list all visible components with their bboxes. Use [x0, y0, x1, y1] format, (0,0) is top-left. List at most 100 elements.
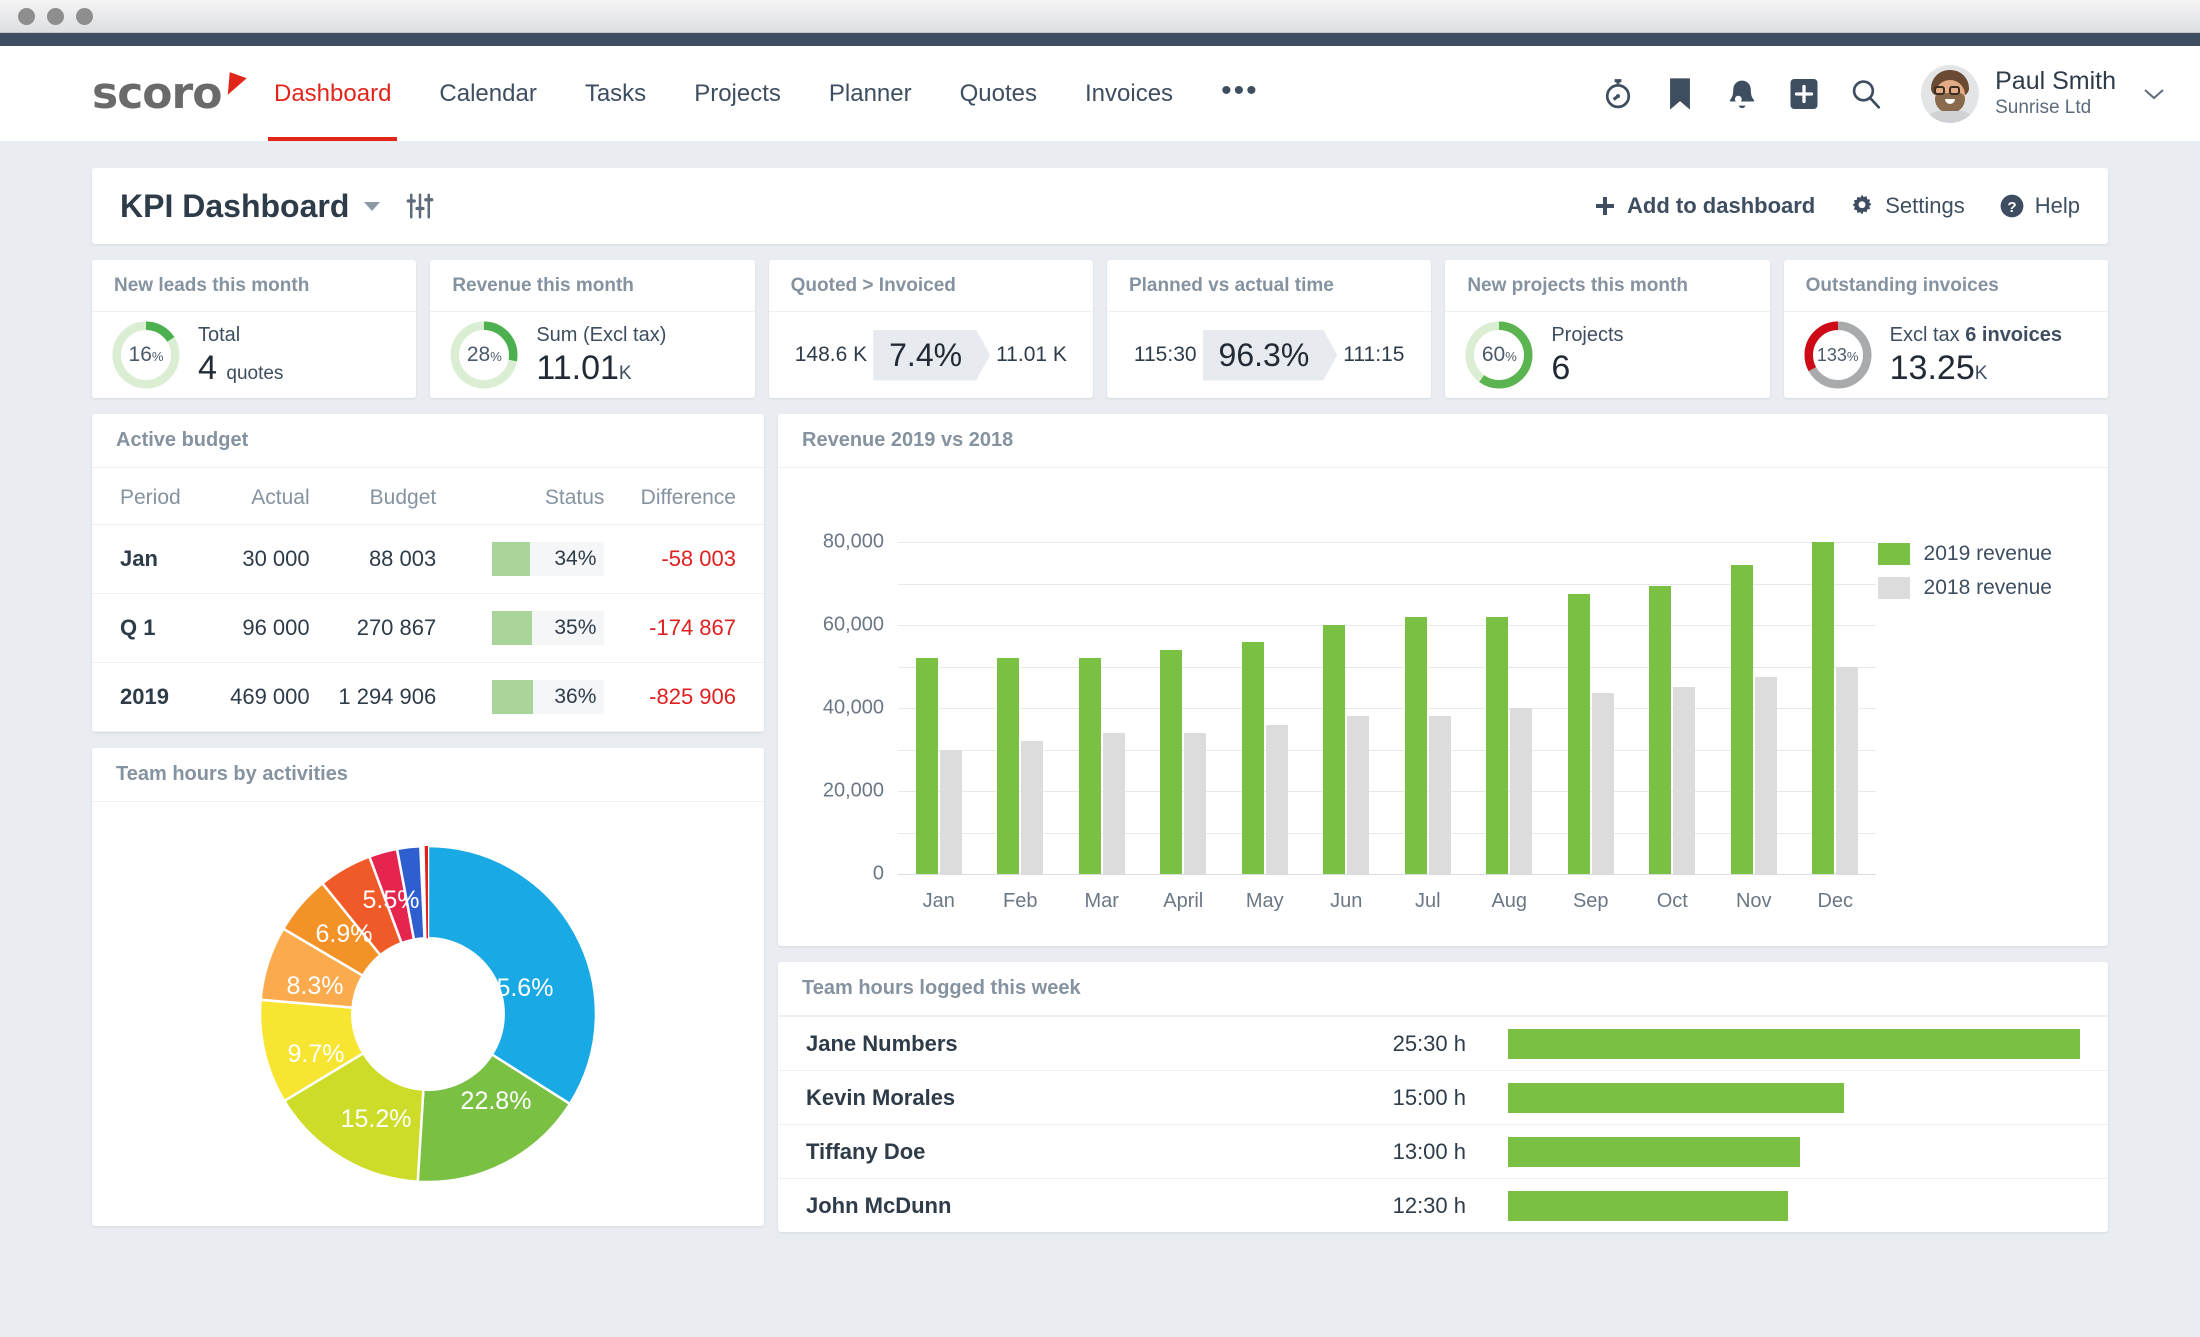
- list-item[interactable]: John McDunn 12:30 h: [778, 1178, 2108, 1232]
- nav-right-tools: Paul Smith Sunrise Ltd: [1587, 63, 2166, 125]
- member-name: Jane Numbers: [806, 1031, 1266, 1057]
- bar-2018: [1347, 716, 1369, 874]
- member-bar-track: [1508, 1029, 2080, 1059]
- window-maximize-button[interactable]: [76, 8, 93, 25]
- bar-2019: [1242, 642, 1264, 874]
- settings-button[interactable]: Settings: [1849, 193, 1965, 219]
- kpi-card-new-projects[interactable]: New projects this month 60% Projects 6: [1445, 260, 1769, 398]
- list-item[interactable]: Jane Numbers 25:30 h: [778, 1016, 2108, 1070]
- user-name: Paul Smith: [1995, 67, 2116, 96]
- nav-item-projects[interactable]: Projects: [670, 47, 805, 141]
- plus-square-icon[interactable]: [1773, 63, 1835, 125]
- member-bar: [1508, 1137, 1800, 1167]
- bar-group-dec[interactable]: Dec: [1795, 542, 1877, 874]
- kpi-card-outstanding-invoices[interactable]: Outstanding invoices 133% Excl tax 6 inv…: [1784, 260, 2108, 398]
- add-to-dashboard-button[interactable]: Add to dashboard: [1593, 193, 1815, 219]
- dashboard-actions: Add to dashboard Settings ? Help: [1593, 193, 2080, 219]
- page-title: KPI Dashboard: [120, 188, 349, 225]
- bar-group-jun[interactable]: Jun: [1306, 542, 1388, 874]
- team-hours-logged-panel: Team hours logged this week Jane Numbers…: [778, 962, 2108, 1232]
- bar-group-oct[interactable]: Oct: [1632, 542, 1714, 874]
- legend-item-2019[interactable]: 2019 revenue: [1878, 542, 2052, 566]
- dashboard-select-caret-icon[interactable]: [363, 200, 381, 212]
- kpi-value: 4 quotes: [198, 349, 283, 388]
- nav-item-invoices[interactable]: Invoices: [1061, 47, 1197, 141]
- top-navigation: scoro Dashboard Calendar Tasks Projects …: [0, 46, 2200, 142]
- bell-icon[interactable]: [1711, 63, 1773, 125]
- help-button[interactable]: ? Help: [1999, 193, 2080, 219]
- bar-2019: [1323, 625, 1345, 874]
- y-axis-tick: 80,000: [823, 531, 884, 554]
- bar-group-aug[interactable]: Aug: [1469, 542, 1551, 874]
- gauge-percent: 16%: [129, 343, 164, 367]
- nav-item-planner[interactable]: Planner: [805, 47, 936, 141]
- kpi-row: New leads this month 16% Total 4 quotes: [92, 260, 2108, 398]
- bar-2019: [1731, 565, 1753, 874]
- left-column: Active budget Period Actual Budget Statu…: [92, 414, 764, 1232]
- revenue-bar-chart: 80,000 60,000 40,000 20,000 0 Jan: [778, 468, 2108, 946]
- kpi-card-new-leads[interactable]: New leads this month 16% Total 4 quotes: [92, 260, 416, 398]
- list-item[interactable]: Tiffany Doe 13:00 h: [778, 1124, 2108, 1178]
- cell-actual: 30 000: [207, 525, 310, 594]
- bookmark-icon[interactable]: [1649, 63, 1711, 125]
- window-close-button[interactable]: [18, 8, 35, 25]
- nav-item-quotes[interactable]: Quotes: [936, 47, 1061, 141]
- x-axis-tick: Mar: [1085, 890, 1119, 913]
- bar-group-sep[interactable]: Sep: [1550, 542, 1632, 874]
- table-row[interactable]: 2019 469 000 1 294 906 36% -825 906: [92, 663, 764, 732]
- nav-item-more[interactable]: •••: [1197, 46, 1283, 141]
- nav-item-tasks[interactable]: Tasks: [561, 47, 670, 141]
- kpi-card-quoted-invoiced[interactable]: Quoted > Invoiced 148.6 K 7.4% 11.01 K: [769, 260, 1093, 398]
- user-menu[interactable]: Paul Smith Sunrise Ltd: [1921, 65, 2166, 123]
- x-axis-tick: Feb: [1003, 890, 1037, 913]
- col-budget: Budget: [310, 468, 437, 525]
- bar-group-nov[interactable]: Nov: [1713, 542, 1795, 874]
- cell-difference: -825 906: [604, 663, 764, 732]
- user-company: Sunrise Ltd: [1995, 96, 2116, 121]
- bar-group-jul[interactable]: Jul: [1387, 542, 1469, 874]
- table-row[interactable]: Jan 30 000 88 003 34% -58 003: [92, 525, 764, 594]
- slice-label: 6.9%: [316, 920, 373, 948]
- scoro-logo[interactable]: scoro: [0, 72, 250, 116]
- kpi-card-planned-actual[interactable]: Planned vs actual time 115:30 96.3% 111:…: [1107, 260, 1431, 398]
- cell-difference: -174 867: [604, 594, 764, 663]
- legend-item-2018[interactable]: 2018 revenue: [1878, 576, 2052, 600]
- cell-difference: -58 003: [604, 525, 764, 594]
- search-icon[interactable]: [1835, 63, 1897, 125]
- bar-group-jan[interactable]: Jan: [898, 542, 980, 874]
- bar-2019: [1568, 594, 1590, 874]
- avatar: [1921, 65, 1979, 123]
- bar-group-feb[interactable]: Feb: [980, 542, 1062, 874]
- team-hours-activities-panel: Team hours by activities: [92, 748, 764, 1226]
- kpi-title: Quoted > Invoiced: [791, 275, 956, 297]
- revenue-chart-title: Revenue 2019 vs 2018: [802, 429, 1013, 452]
- bar-group-may[interactable]: May: [1224, 542, 1306, 874]
- bar-2018: [1836, 667, 1858, 875]
- filters-icon[interactable]: [405, 191, 435, 221]
- window-minimize-button[interactable]: [47, 8, 64, 25]
- cell-status: 36%: [436, 663, 604, 732]
- bar-group-mar[interactable]: Mar: [1061, 542, 1143, 874]
- list-item[interactable]: Kevin Morales 15:00 h: [778, 1070, 2108, 1124]
- bar-group-april[interactable]: April: [1143, 542, 1225, 874]
- slice-label: 8.3%: [287, 972, 344, 1000]
- nav-item-dashboard[interactable]: Dashboard: [250, 47, 415, 141]
- team-hours-logged-title: Team hours logged this week: [802, 977, 1081, 1000]
- bar-2018: [1266, 725, 1288, 874]
- bar-2018: [1592, 693, 1614, 874]
- bar-2019: [1812, 542, 1834, 874]
- member-bar: [1508, 1191, 1788, 1221]
- bar-2019: [916, 658, 938, 874]
- donut-svg: 25.6% 22.8% 15.2% 9.7% 8.3% 6.9% 5.5%: [240, 826, 616, 1202]
- kpi-value: 13.25K: [1890, 349, 2062, 388]
- bar-2018: [1429, 716, 1451, 874]
- kpi-card-revenue[interactable]: Revenue this month 28% Sum (Excl tax) 11…: [430, 260, 754, 398]
- nav-item-calendar[interactable]: Calendar: [415, 47, 560, 141]
- bar-2018: [1673, 687, 1695, 874]
- chevron-down-icon[interactable]: [2142, 87, 2166, 101]
- kpi-title: New leads this month: [114, 275, 309, 297]
- kpi-label: Sum (Excl tax): [536, 323, 666, 347]
- timer-icon[interactable]: [1587, 63, 1649, 125]
- table-row[interactable]: Q 1 96 000 270 867 35% -174 867: [92, 594, 764, 663]
- slice-label: 15.2%: [341, 1105, 412, 1133]
